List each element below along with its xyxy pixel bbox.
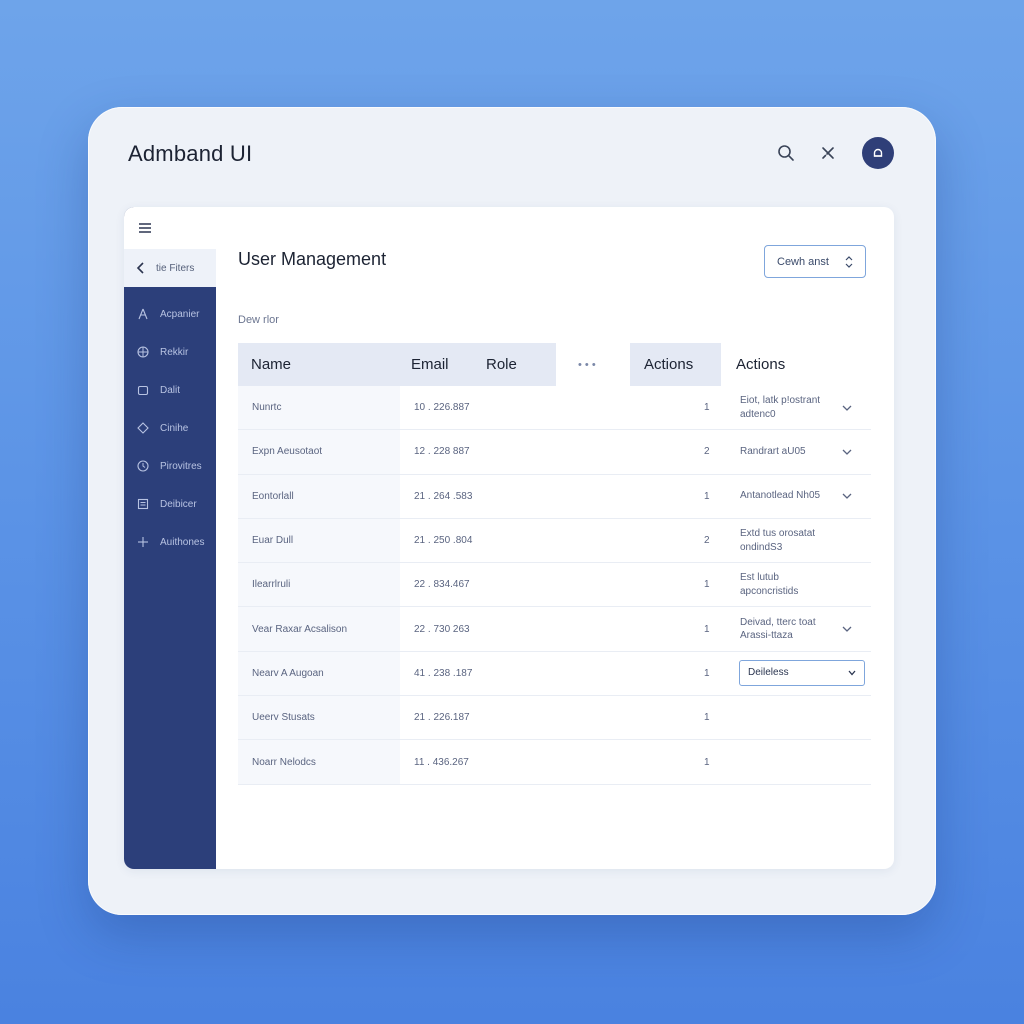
chevron-down-icon [848, 670, 856, 676]
table-row[interactable]: Noarr Nelodcs 11 . 436.267 1 [238, 740, 871, 785]
folder-icon [136, 383, 150, 397]
sidebar-item-label: Rekkir [160, 346, 189, 358]
cell-count: 2 [704, 535, 710, 547]
person-icon [136, 307, 150, 321]
top-action-label: Cewh anst [777, 255, 829, 268]
table-row[interactable]: Nearv A Augoan 41 . 238 .187 1 Deileless [238, 651, 871, 697]
cell-email: 21 . 250 .804 [414, 535, 473, 547]
table-header: Name Email Role • • • Actions Actions [238, 343, 871, 386]
cell-action: Antanotlead Nh05 [740, 490, 821, 502]
avatar[interactable] [862, 137, 894, 169]
chevron-down-icon[interactable] [842, 430, 852, 473]
search-icon[interactable] [774, 141, 798, 165]
cell-name: Ueerv Stusats [252, 712, 315, 724]
user-icon [873, 148, 883, 157]
sidebar-item-7[interactable]: Auithones [124, 527, 216, 557]
cell-count: 1 [704, 402, 710, 414]
sidebar-item-label: Auithones [160, 536, 205, 548]
table-row[interactable]: Expn Aeusotaot 12 . 228 887 2 Randrart a… [238, 430, 871, 475]
document-icon [136, 497, 150, 511]
cell-email: 22 . 834.467 [414, 579, 470, 591]
cell-count: 1 [704, 623, 710, 635]
column-header-actions[interactable]: Actions [644, 343, 693, 386]
user-table: Name Email Role • • • Actions Actions Nu… [238, 343, 871, 785]
sidebar: tie Fiters Acpanier Rekkir Dalit Cinihe … [124, 207, 216, 869]
cell-email: 22 . 730 263 [414, 623, 470, 635]
sidebar-item-label: Pirovitres [160, 460, 202, 472]
sidebar-item-1[interactable]: Acpanier [124, 299, 216, 329]
column-header-email[interactable]: Email [411, 343, 449, 386]
main-content: User Management Cewh anst Dew rlor Name … [216, 207, 894, 869]
table-row[interactable]: Nunrtc 10 . 226.887 1 Eiot, latk p!ostra… [238, 386, 871, 431]
cell-action: Extd tus orosatat ondindS3 [740, 528, 816, 553]
cell-count: 1 [704, 490, 710, 502]
sort-icon [845, 255, 853, 268]
sidebar-item-label: Deibicer [160, 498, 197, 510]
sidebar-item-label: Acpanier [160, 308, 200, 320]
table-row[interactable]: Vear Raxar Acsalison 22 . 730 263 1 Deiv… [238, 607, 871, 652]
cell-email: 12 . 228 887 [414, 446, 470, 458]
cell-action: Eiot, latk p!ostrant adtenc0 [740, 395, 821, 420]
sidebar-back-label: tie Fiters [156, 262, 195, 274]
cell-count: 1 [704, 579, 710, 591]
sidebar-item-5[interactable]: Pirovitres [124, 451, 216, 481]
more-options-icon[interactable]: • • • [578, 343, 596, 386]
cell-action: Randrart aU05 [740, 446, 806, 458]
tools-icon[interactable] [816, 141, 840, 165]
sidebar-back-link[interactable]: tie Fiters [124, 249, 216, 287]
cell-email: 21 . 226.187 [414, 712, 470, 724]
cell-name: Euar Dull [252, 535, 294, 547]
cell-name: Eontorlall [252, 490, 294, 502]
cell-count: 1 [704, 756, 710, 768]
cell-name: Vear Raxar Acsalison [252, 623, 348, 635]
sidebar-item-2[interactable]: Rekkir [124, 337, 216, 367]
menu-button[interactable] [124, 207, 216, 249]
table-row[interactable]: Ilearrlruli 22 . 834.467 1 Est lutub apc… [238, 563, 871, 608]
table-row[interactable]: Ueerv Stusats 21 . 226.187 1 [238, 696, 871, 741]
sub-label: Dew rlor [238, 314, 279, 326]
cell-name: Noarr Nelodcs [252, 756, 316, 768]
column-header-actions-2[interactable]: Actions [736, 343, 785, 386]
tag-icon [136, 421, 150, 435]
action-select-value: Deileless [748, 667, 789, 679]
cell-email: 11 . 436.267 [414, 756, 469, 768]
cell-count: 2 [704, 446, 710, 458]
cell-action: Deivad, tterc toat Arassi-ttaza [740, 616, 816, 642]
app-window: Admband UI tie Fiters Acpanier Rekkir Da… [88, 107, 936, 915]
column-header-name[interactable]: Name [251, 343, 291, 386]
cell-action: Est lutub apconcristids [740, 572, 799, 597]
chevron-left-icon [136, 262, 144, 274]
chevron-down-icon[interactable] [842, 386, 852, 429]
top-action-button[interactable]: Cewh anst [764, 245, 866, 278]
cell-count: 1 [704, 712, 710, 724]
plus-icon [136, 535, 150, 549]
app-title: Admband UI [128, 141, 253, 166]
table-row[interactable]: Eontorlall 21 . 264 .583 1 Antanotlead N… [238, 474, 871, 519]
sidebar-item-3[interactable]: Dalit [124, 375, 216, 405]
sidebar-item-6[interactable]: Deibicer [124, 489, 216, 519]
sidebar-item-4[interactable]: Cinihe [124, 413, 216, 443]
globe-icon [136, 345, 150, 359]
hamburger-icon [139, 223, 151, 233]
cell-name: Nunrtc [252, 402, 282, 414]
cell-name: Nearv A Augoan [252, 667, 324, 679]
content-panel: tie Fiters Acpanier Rekkir Dalit Cinihe … [124, 207, 894, 869]
chevron-down-icon[interactable] [842, 607, 852, 650]
clock-icon [136, 459, 150, 473]
cell-email: 21 . 264 .583 [414, 490, 473, 502]
toolbar [774, 137, 894, 169]
column-header-role[interactable]: Role [486, 343, 517, 386]
cell-email: 41 . 238 .187 [414, 667, 473, 679]
table-row[interactable]: Euar Dull 21 . 250 .804 2 Extd tus orosa… [238, 518, 871, 564]
cell-count: 1 [704, 667, 710, 679]
sidebar-item-label: Dalit [160, 384, 181, 396]
page-title: User Management [238, 249, 387, 269]
action-select[interactable]: Deileless [739, 659, 865, 686]
cell-name: Expn Aeusotaot [252, 446, 323, 458]
cell-name: Ilearrlruli [252, 579, 291, 591]
chevron-down-icon[interactable] [842, 475, 852, 518]
sidebar-item-label: Cinihe [160, 422, 189, 434]
cell-email: 10 . 226.887 [414, 402, 470, 414]
